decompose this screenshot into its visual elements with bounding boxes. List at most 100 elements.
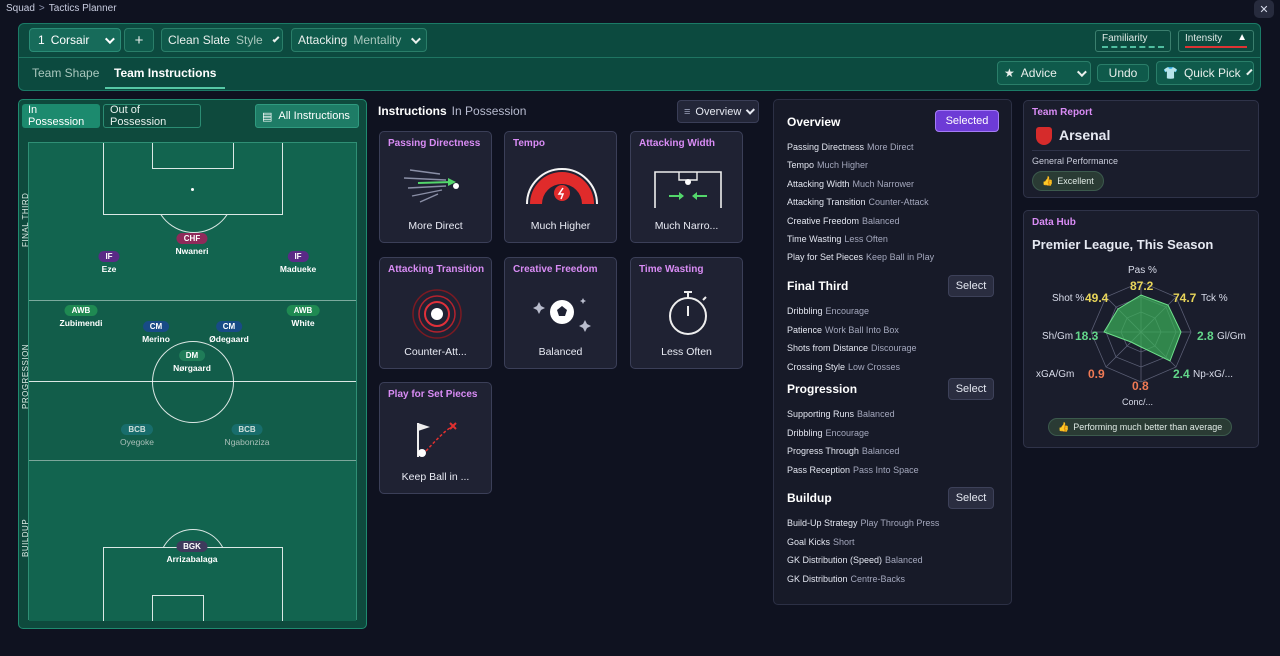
- list-item[interactable]: Patience Work Ball Into Box: [787, 325, 899, 335]
- list-item[interactable]: Supporting Runs Balanced: [787, 409, 895, 419]
- list-item[interactable]: Play for Set Pieces Keep Ball in Play: [787, 252, 934, 262]
- select-button[interactable]: Select: [948, 378, 994, 400]
- select-button[interactable]: Select: [948, 487, 994, 509]
- arrows-icon: [403, 169, 459, 203]
- list-item[interactable]: Crossing Style Low Crosses: [787, 362, 900, 372]
- goal-box-top: [152, 143, 234, 169]
- card-passing-directness[interactable]: Passing Directness More Direct: [379, 131, 492, 243]
- list-item[interactable]: Passing Directness More Direct: [787, 142, 914, 152]
- instruction-value: Work Ball Into Box: [825, 325, 899, 335]
- list-item[interactable]: Attacking Transition Counter-Attack: [787, 197, 929, 207]
- list-item[interactable]: Pass Reception Pass Into Space: [787, 465, 919, 475]
- list-item[interactable]: GK Distribution Centre-Backs: [787, 574, 905, 584]
- stat-label: Np-xG/...: [1193, 369, 1234, 380]
- tab-team-instructions[interactable]: Team Instructions: [114, 66, 216, 80]
- card-play-for-set-pieces[interactable]: Play for Set Pieces Keep Ball in ...: [379, 382, 492, 494]
- instructions-title: Instructions: [378, 104, 447, 118]
- all-instructions-label: All Instructions: [278, 110, 350, 122]
- instruction-value: Balanced: [862, 216, 900, 226]
- instruction-label: Passing Directness: [787, 142, 865, 152]
- instruction-label: Tempo: [787, 160, 815, 170]
- quick-pick-button[interactable]: 👕 Quick Pick: [1156, 61, 1254, 85]
- style-value: Clean Slate: [168, 33, 231, 47]
- card-title: Time Wasting: [639, 264, 704, 275]
- player-token[interactable]: DM Nørgaard: [173, 350, 211, 373]
- instruction-label: Time Wasting: [787, 234, 842, 244]
- performance-badge: 👍 Excellent: [1032, 171, 1104, 191]
- mentality-label: Mentality: [353, 33, 402, 47]
- tab-bar: Team Shape Team Instructions ★ Advice Un…: [19, 57, 1260, 91]
- card-value: Much Higher: [530, 220, 591, 232]
- player-token[interactable]: AWB Zubimendi: [60, 305, 102, 328]
- data-hub-panel: Data Hub Premier League, This Season Pas…: [1023, 210, 1259, 448]
- list-item[interactable]: Dribbling Encourage: [787, 428, 869, 438]
- list-item[interactable]: Build-Up Strategy Play Through Press: [787, 518, 939, 528]
- list-item[interactable]: Progress Through Balanced: [787, 446, 899, 456]
- add-tactic-button[interactable]: +: [124, 28, 154, 52]
- tab-team-shape[interactable]: Team Shape: [32, 66, 99, 80]
- instruction-value: Short: [833, 537, 855, 547]
- stat-value: 0.8: [1132, 379, 1149, 393]
- list-item[interactable]: Creative Freedom Balanced: [787, 216, 900, 226]
- player-name: Nørgaard: [173, 363, 211, 373]
- stat-value: 0.9: [1088, 367, 1105, 381]
- style-label: Style: [236, 33, 263, 47]
- player-token[interactable]: CM Ødegaard: [209, 321, 249, 344]
- list-item[interactable]: Time Wasting Less Often: [787, 234, 888, 244]
- card-creative-freedom[interactable]: Creative Freedom Balanced: [504, 257, 617, 369]
- tab-in-possession[interactable]: In Possession: [22, 104, 100, 128]
- list-item[interactable]: Dribbling Encourage: [787, 306, 869, 316]
- select-button[interactable]: Select: [948, 275, 994, 297]
- player-token[interactable]: IF Eze: [98, 251, 120, 274]
- mentality-value: Attacking: [298, 33, 348, 47]
- player-token[interactable]: BGK Arrizabalaga: [166, 541, 218, 564]
- selected-button[interactable]: Selected: [935, 110, 999, 132]
- player-token[interactable]: IF Madueke: [280, 251, 316, 274]
- instruction-value: Balanced: [861, 446, 900, 456]
- player-token[interactable]: CM Merino: [142, 321, 170, 344]
- card-attacking-transition[interactable]: Attacking Transition Counter-Att...: [379, 257, 492, 369]
- target-icon: [412, 289, 462, 339]
- list-item[interactable]: Tempo Much Higher: [787, 160, 868, 170]
- stat-label: Gl/Gm: [1217, 331, 1246, 342]
- list-item[interactable]: Attacking Width Much Narrower: [787, 179, 914, 189]
- list-item[interactable]: Shots from Distance Discourage: [787, 343, 917, 353]
- section-title-buildup: Buildup: [787, 491, 832, 505]
- all-instructions-button[interactable]: ▤ All Instructions: [255, 104, 359, 128]
- player-token[interactable]: AWB White: [286, 305, 320, 328]
- team-name[interactable]: Arsenal: [1059, 127, 1110, 143]
- card-value: Much Narro...: [654, 220, 719, 232]
- card-tempo[interactable]: Tempo Much Higher: [504, 131, 617, 243]
- zone-label-final-third: FINAL THIRD: [21, 192, 30, 247]
- tactic-selector[interactable]: 1 Corsair: [29, 28, 121, 52]
- list-item[interactable]: Goal Kicks Short: [787, 537, 855, 547]
- data-hub-title: Data Hub: [1032, 217, 1076, 228]
- intensity-label: Intensity: [1185, 33, 1223, 44]
- intensity-bar: [1185, 46, 1247, 48]
- overview-dropdown[interactable]: ≡ Overview: [677, 100, 759, 123]
- card-time-wasting[interactable]: Time Wasting Less Often: [630, 257, 743, 369]
- player-token[interactable]: BCB Oyegoke: [120, 424, 154, 447]
- breadcrumb-root[interactable]: Squad: [6, 3, 35, 14]
- advice-button[interactable]: ★ Advice: [997, 61, 1091, 85]
- close-button[interactable]: ✕: [1254, 0, 1274, 18]
- player-role-badge: AWB: [64, 305, 98, 316]
- instruction-label: Shots from Distance: [787, 343, 869, 353]
- card-title: Play for Set Pieces: [388, 389, 478, 400]
- quick-pick-label: Quick Pick: [1183, 66, 1241, 80]
- player-token[interactable]: BCB Ngabonziza: [225, 424, 269, 447]
- card-attacking-width[interactable]: Attacking Width Much Narro...: [630, 131, 743, 243]
- instruction-label: GK Distribution (Speed): [787, 555, 883, 565]
- player-token[interactable]: CHF Nwaneri: [175, 233, 209, 256]
- familiarity-gauge[interactable]: Familiarity: [1095, 30, 1171, 52]
- chevron-down-icon: [104, 33, 115, 44]
- card-title: Creative Freedom: [513, 264, 598, 275]
- mentality-selector[interactable]: Attacking Mentality: [291, 28, 427, 52]
- list-item[interactable]: GK Distribution (Speed) Balanced: [787, 555, 923, 565]
- performance-summary: Performing much better than average: [1073, 422, 1223, 432]
- tab-out-of-possession[interactable]: Out of Possession: [103, 104, 201, 128]
- section-title-progression: Progression: [787, 382, 858, 396]
- style-selector[interactable]: Clean Slate Style: [161, 28, 283, 52]
- undo-button[interactable]: Undo: [1097, 64, 1149, 82]
- intensity-gauge[interactable]: Intensity ▲: [1178, 30, 1254, 52]
